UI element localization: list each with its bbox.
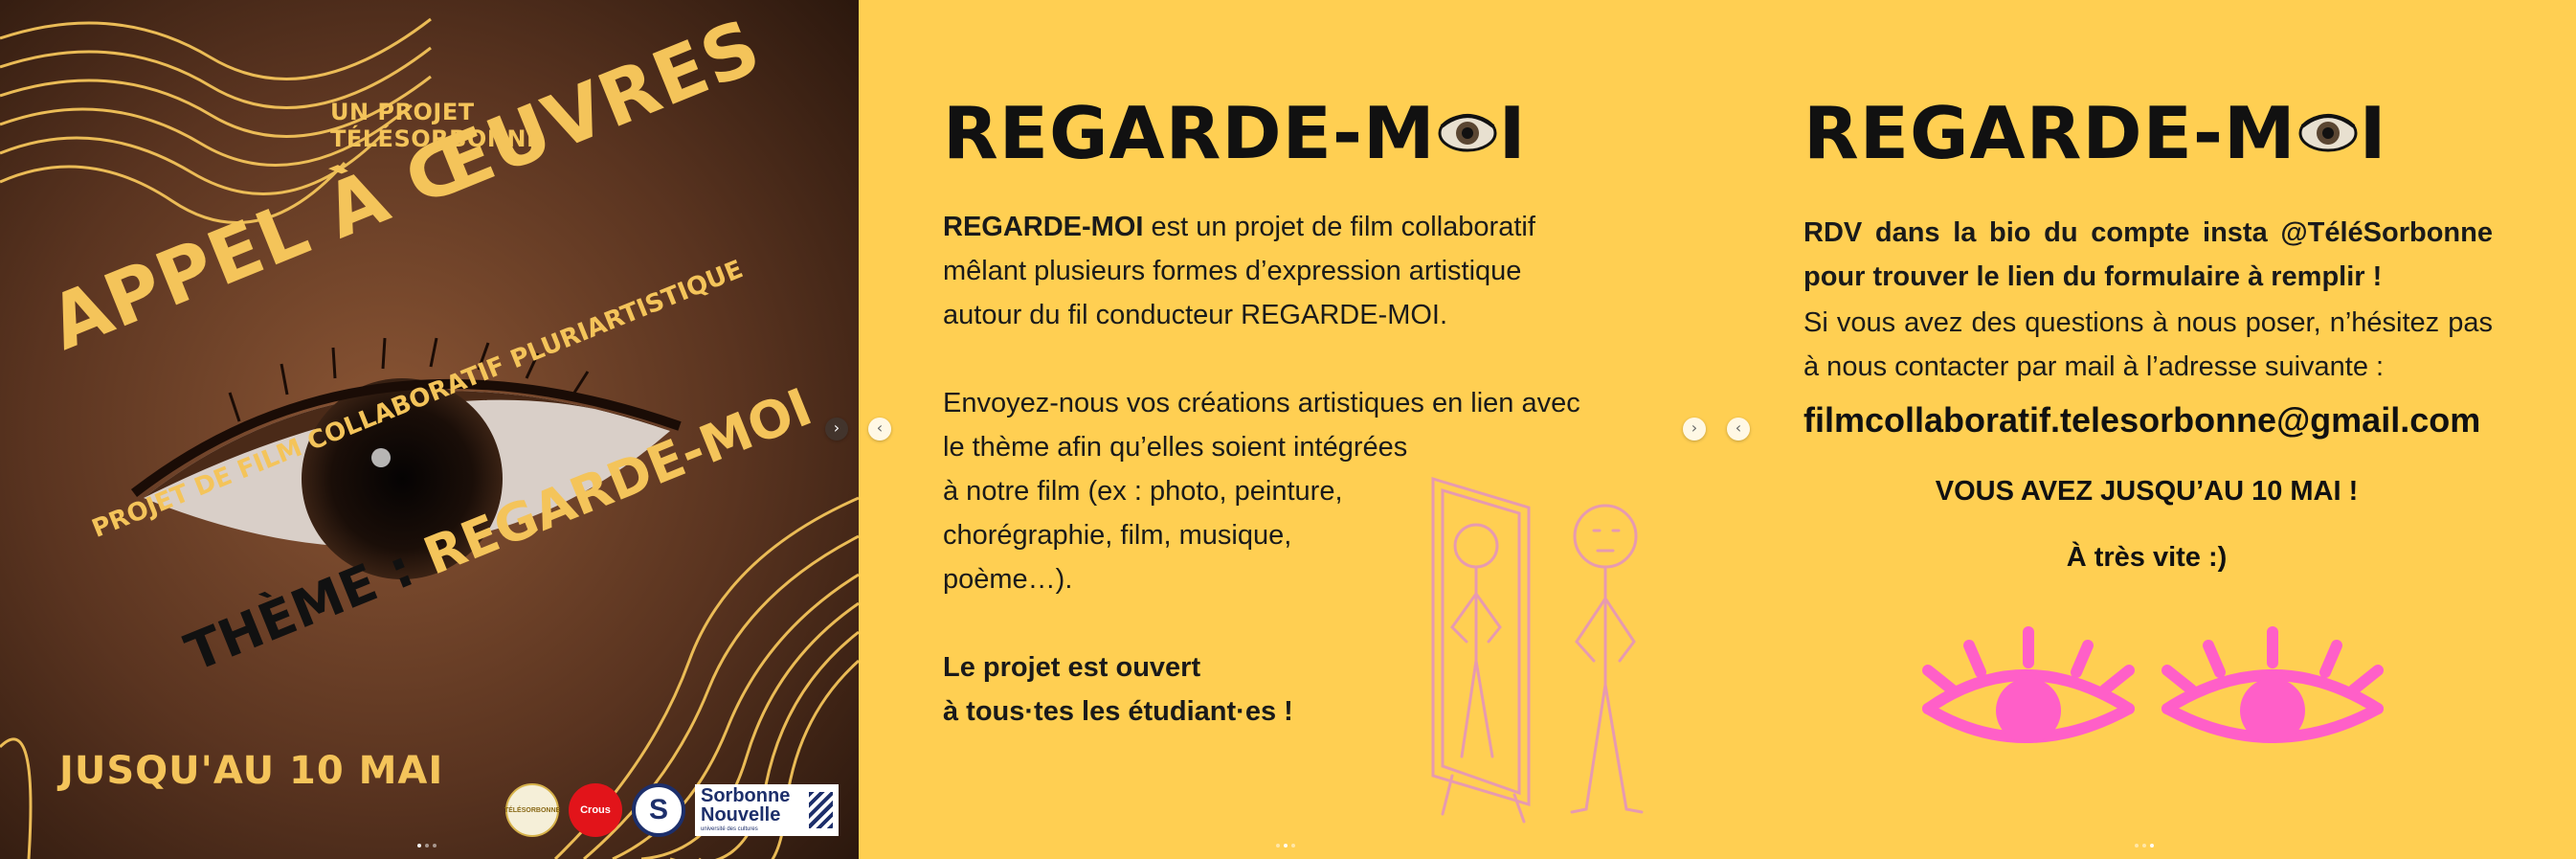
sorbonne-nouvelle-pattern-icon <box>808 792 833 828</box>
sorbonne-nouvelle-tagline: université des cultures <box>701 826 758 832</box>
slide-presentation: REGARDE-M I REGARDE-MOI est un projet de… <box>859 0 1717 859</box>
mirror-figure-illustration <box>1431 476 1644 824</box>
carousel-dot <box>433 844 437 848</box>
brand-title-suffix: I <box>1498 91 1527 175</box>
pink-eyes-illustration <box>1922 626 2384 743</box>
slide-contact: REGARDE-M I RDV dans la bio du compte in… <box>1717 0 2576 859</box>
poster-deadline: JUSQU'AU 10 MAI <box>59 749 444 793</box>
carousel-dot <box>1284 844 1288 848</box>
carousel-dots <box>1276 844 1295 848</box>
carousel-prev-button[interactable]: ‹ <box>1727 418 1750 441</box>
eye-icon <box>1438 114 1497 152</box>
carousel-dots <box>2135 844 2154 848</box>
carousel-prev-button[interactable]: ‹ <box>868 418 891 441</box>
sorbonne-s-logo: S <box>632 783 685 837</box>
contact-email: filmcollaboratif.telesorbonne@gmail.com <box>1803 400 2481 440</box>
carousel-dot <box>425 844 429 848</box>
brand-title: REGARDE-M I <box>1803 91 2387 175</box>
brand-title-prefix: REGARDE-M <box>943 91 1436 175</box>
crous-logo: Crous <box>569 783 622 837</box>
questions-paragraph: Si vous avez des questions à nous poser,… <box>1803 307 2493 382</box>
farewell-text: À très vite :) <box>2066 542 2228 573</box>
carousel-dot <box>2142 844 2146 848</box>
brand-title-prefix: REGARDE-M <box>1803 91 2296 175</box>
sorbonne-nouvelle-logo: Sorbonne Nouvelle université des culture… <box>695 784 839 836</box>
carousel-dot <box>417 844 421 848</box>
send-line: Envoyez-nous vos créations artistiques e… <box>943 388 1580 418</box>
send-line: le thème afin qu’elles soient intégrées <box>943 432 1408 463</box>
slide-appel-a-oeuvres: UN PROJET TÉLÉSORBONNE APPEL À ŒUVRES PR… <box>0 0 859 859</box>
carousel-next-button[interactable]: › <box>1683 418 1706 441</box>
carousel-dots <box>417 844 437 848</box>
intro-strong: REGARDE-MOI <box>943 212 1144 242</box>
rdv-paragraph: RDV dans la bio du compte insta @TéléSor… <box>1803 217 2493 292</box>
contact-text: RDV dans la bio du compte insta @TéléSor… <box>1803 211 2493 389</box>
carousel-dot <box>2150 844 2154 848</box>
telesorbonne-logo: TÉLÉSORBONNE <box>504 783 560 837</box>
intro-paragraph: REGARDE-MOI est un projet de film collab… <box>943 205 1575 337</box>
carousel-dot <box>1291 844 1295 848</box>
brand-title-suffix: I <box>2359 91 2387 175</box>
carousel-dot <box>2135 844 2139 848</box>
carousel-dot <box>1276 844 1280 848</box>
sorbonne-nouvelle-wordmark: Sorbonne Nouvelle <box>701 785 791 825</box>
eye-icon <box>2298 114 2358 152</box>
carousel-next-button[interactable]: › <box>825 418 848 441</box>
brand-title: REGARDE-M I <box>943 91 1527 175</box>
partner-logos: TÉLÉSORBONNE Crous S Sorbonne Nouvelle u… <box>504 783 839 837</box>
contact-deadline: VOUS AVEZ JUSQU’AU 10 MAI ! <box>1935 476 2359 507</box>
